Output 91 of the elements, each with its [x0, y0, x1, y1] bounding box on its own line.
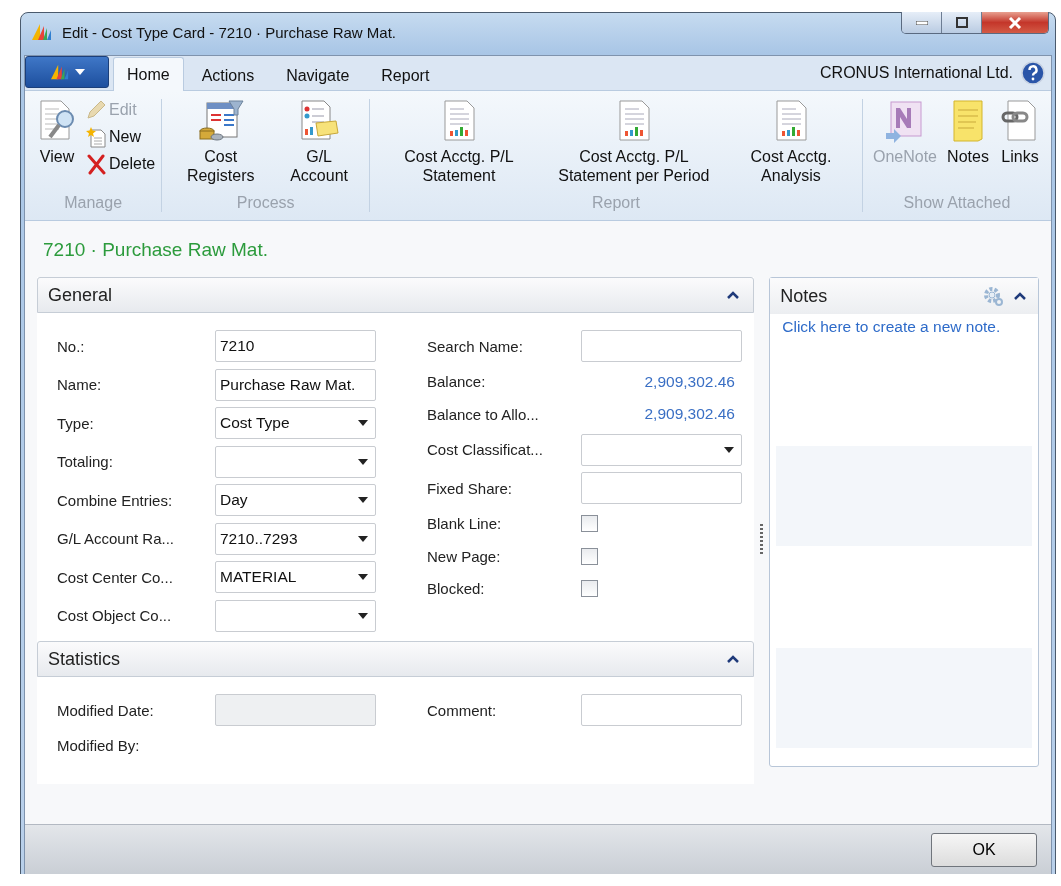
field-label: Search Name:: [427, 337, 524, 355]
checkbox[interactable]: [581, 580, 598, 598]
section-header[interactable]: General: [37, 277, 755, 313]
ribbon-button[interactable]: View: [31, 99, 83, 192]
section-title: Statistics: [48, 648, 121, 670]
field-label: Comment:: [427, 701, 498, 719]
ribbon-button[interactable]: Notes: [943, 99, 993, 192]
delete-icon: [85, 153, 107, 175]
ribbon-button[interactable]: Cost Acctg. P/L Statement: [376, 99, 542, 192]
page-caption: 7210 · Purchase Raw Mat.: [42, 238, 269, 262]
dropdown-field[interactable]: 7210..7293: [215, 522, 376, 555]
ribbon-button[interactable]: Cost Acctg. Analysis: [725, 99, 856, 192]
field-label: Blocked:: [427, 580, 486, 598]
collapse-icon[interactable]: [727, 655, 740, 663]
minimize-button[interactable]: [902, 12, 942, 33]
ribbon-tab[interactable]: Report: [367, 59, 444, 91]
text-field[interactable]: Purchase Raw Mat.: [215, 368, 376, 401]
field-label: Totaling:: [57, 453, 114, 471]
bars-logo-icon: [30, 22, 54, 42]
group-label: Show Attached: [903, 193, 1011, 212]
text-field[interactable]: [581, 694, 742, 727]
ribbon-tab[interactable]: Navigate: [272, 59, 364, 91]
checkbox[interactable]: [581, 547, 598, 565]
help-icon[interactable]: [1021, 61, 1045, 85]
caret-icon: [75, 69, 85, 75]
collapse-icon[interactable]: [1014, 292, 1026, 300]
field-label: Balance to Allo...: [427, 405, 540, 423]
field-label: Type:: [57, 414, 95, 432]
ribbon-tab[interactable]: Home: [113, 57, 184, 91]
dropdown-field[interactable]: [581, 433, 742, 466]
field-label: Modified Date:: [57, 701, 155, 719]
group-label: Manage: [64, 193, 123, 212]
ribbon-button[interactable]: Cost Acctg. P/L Statement per Period: [543, 99, 724, 192]
ribbon-tab[interactable]: Actions: [187, 59, 269, 91]
field-label: Cost Object Co...: [57, 607, 173, 625]
field-label: Combine Entries:: [57, 491, 174, 509]
ribbon-button[interactable]: New: [85, 126, 156, 148]
collapse-icon[interactable]: [727, 291, 740, 299]
panel-title: Notes: [780, 285, 828, 307]
field-label: Modified By:: [57, 737, 141, 755]
amount-link[interactable]: 2,909,302.46: [581, 372, 735, 391]
ribbon-button[interactable]: Delete: [85, 153, 156, 175]
field-label: Name:: [57, 376, 103, 394]
company-name: CRONUS International Ltd.: [820, 64, 1013, 82]
amount-link[interactable]: 2,909,302.46: [581, 405, 735, 424]
field-label: Blank Line:: [427, 515, 503, 533]
create-note-link[interactable]: Click here to create a new note.: [776, 318, 1032, 336]
group-label: Report: [592, 193, 640, 212]
close-icon: [1008, 16, 1022, 29]
new-document-icon: [85, 126, 107, 148]
close-button[interactable]: [982, 12, 1048, 33]
field-label: G/L Account Ra...: [57, 530, 175, 548]
field-label: New Page:: [427, 547, 502, 565]
caret-icon: [358, 497, 368, 504]
checkbox[interactable]: [581, 515, 598, 533]
caret-icon: [358, 458, 368, 465]
ledger-coins-icon: [196, 99, 245, 143]
caret-icon: [724, 446, 734, 453]
dropdown-field[interactable]: [215, 445, 376, 478]
caret-icon: [358, 420, 368, 427]
splitter-grip-icon[interactable]: [760, 523, 764, 557]
pencil-icon: [85, 99, 107, 121]
ribbon-button[interactable]: G/L Account: [275, 99, 364, 192]
field-label: Fixed Share:: [427, 479, 514, 497]
text-field[interactable]: [581, 472, 742, 505]
ribbon-button[interactable]: Links: [995, 99, 1045, 192]
field-label: Cost Center Co...: [57, 568, 174, 586]
field-label: Cost Classificat...: [427, 441, 544, 459]
group-label: Process: [236, 193, 295, 212]
window-title: Edit - Cost Type Card - 7210 · Purchase Raw Mat.: [62, 23, 397, 41]
field-label: Balance:: [427, 373, 487, 391]
maximize-icon: [955, 17, 968, 28]
section-header[interactable]: Statistics: [37, 641, 755, 677]
dropdown-field[interactable]: Cost Type: [215, 407, 376, 440]
text-field[interactable]: [581, 330, 742, 363]
application-menu-button[interactable]: [25, 56, 109, 88]
caret-icon: [358, 612, 368, 619]
dropdown-field[interactable]: MATERIAL: [215, 561, 376, 594]
maximize-button[interactable]: [942, 12, 982, 33]
settings-icon[interactable]: [982, 285, 1004, 307]
dropdown-field[interactable]: [215, 599, 376, 632]
caret-icon: [358, 574, 368, 581]
dropdown-field[interactable]: Day: [215, 484, 376, 517]
text-field[interactable]: 7210: [215, 330, 376, 363]
field-label: No.:: [57, 337, 86, 355]
bars-logo-icon: [49, 63, 71, 81]
ribbon-button[interactable]: Cost Registers: [168, 99, 274, 192]
ok-button[interactable]: OK: [931, 833, 1037, 867]
caret-icon: [358, 535, 368, 542]
section-title: General: [48, 284, 113, 306]
minimize-icon: [915, 20, 928, 25]
